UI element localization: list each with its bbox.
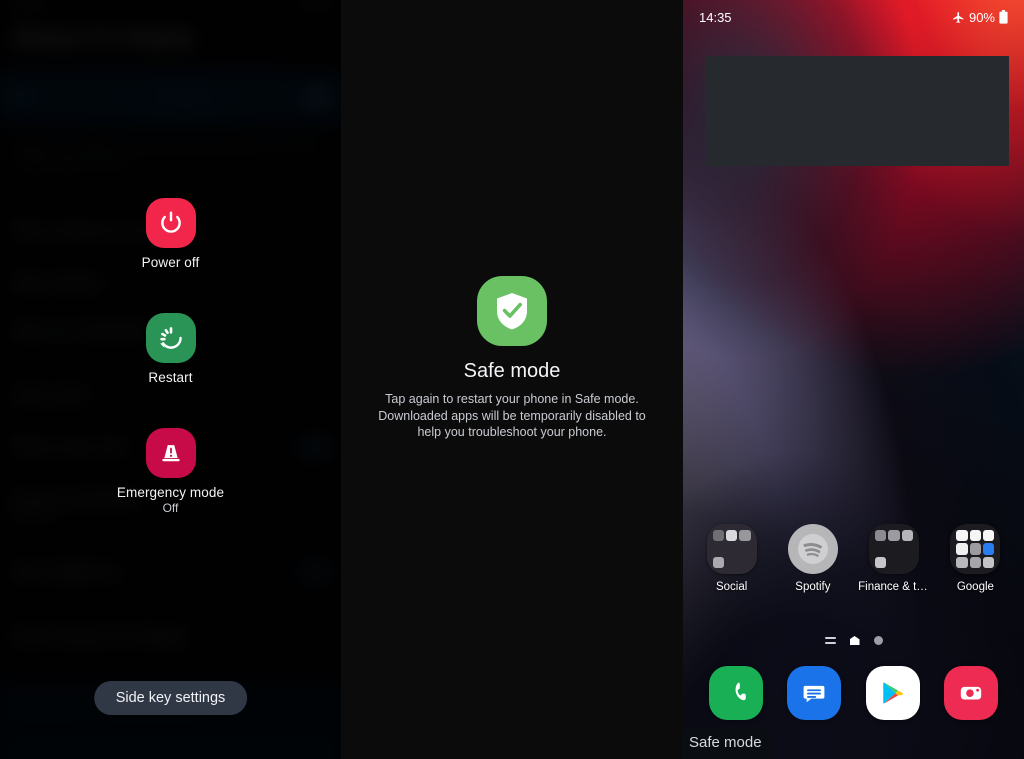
social-folder-icon bbox=[706, 524, 757, 574]
shield-check-icon bbox=[477, 276, 547, 347]
power-off-label: Power off bbox=[141, 255, 200, 270]
keepass-mini-icon bbox=[875, 556, 887, 568]
facebook-mini-icon bbox=[725, 530, 738, 542]
power-menu-panel: 15:02 90% Always On Display Always On Di… bbox=[0, 0, 341, 759]
messages-icon[interactable] bbox=[787, 666, 842, 720]
wallet-mini-icon bbox=[901, 530, 914, 542]
phone-icon[interactable] bbox=[709, 666, 764, 720]
battery-full-icon bbox=[999, 10, 1008, 24]
discord-mini-icon bbox=[712, 556, 724, 568]
restart-label: Restart bbox=[148, 370, 193, 385]
page-dot-icon[interactable] bbox=[873, 636, 883, 645]
paypal-mini-icon bbox=[875, 530, 887, 542]
drive-mini-icon bbox=[983, 556, 995, 568]
emergency-mode-state: Off bbox=[162, 501, 179, 515]
play-store-icon[interactable] bbox=[865, 666, 920, 720]
instagram-mini-icon bbox=[712, 530, 724, 542]
google-mini-icon bbox=[956, 530, 968, 542]
google-folder-icon bbox=[950, 524, 1001, 574]
safe-mode-prompt-panel: Safe mode Tap again to restart your phon… bbox=[341, 0, 683, 759]
folder-finance-tools-label: Finance & tools bbox=[858, 581, 931, 593]
folder-social[interactable]: Social bbox=[696, 524, 768, 593]
gmail-mini-icon bbox=[983, 530, 995, 542]
folder-finance-tools[interactable]: Finance & tools bbox=[858, 524, 930, 593]
emergency-mode-button[interactable]: Emergency mode Off bbox=[0, 428, 341, 515]
disabled-widget-placeholder[interactable] bbox=[705, 56, 1009, 166]
folder-social-label: Social bbox=[715, 581, 748, 593]
bank-mini-icon bbox=[888, 530, 900, 542]
home-screen-panel: 14:35 90% Social Spotify Finance & tools… bbox=[683, 0, 1024, 759]
emergency-mode-label: Emergency mode bbox=[116, 485, 225, 500]
safe-mode-dialog[interactable]: Safe mode Tap again to restart your phon… bbox=[341, 0, 683, 759]
maps-mini-icon bbox=[956, 543, 968, 555]
clock-mini-icon bbox=[956, 556, 968, 568]
camera-icon[interactable] bbox=[943, 666, 998, 720]
status-bar: 14:35 90% bbox=[683, 0, 1024, 34]
battery-percent-label: 90% bbox=[968, 9, 995, 25]
power-off-button[interactable]: Power off bbox=[0, 198, 341, 270]
folder-google-label: Google bbox=[956, 581, 994, 593]
side-key-settings-button[interactable]: Side key settings bbox=[93, 681, 248, 715]
safe-mode-title: Safe mode bbox=[463, 360, 561, 383]
page-indicator bbox=[683, 636, 1024, 645]
power-menu: Power off Restart Emergency mode Off Sid… bbox=[0, 0, 341, 759]
chrome-mini-icon bbox=[969, 530, 982, 542]
photos-mini-icon bbox=[969, 556, 982, 568]
app-list-icon[interactable] bbox=[824, 637, 836, 644]
app-spotify[interactable]: Spotify bbox=[777, 524, 849, 593]
app-spotify-label: Spotify bbox=[795, 581, 831, 593]
home-page-icon[interactable] bbox=[849, 636, 860, 645]
restart-icon bbox=[145, 313, 196, 363]
dock bbox=[683, 666, 1024, 720]
app-row: Social Spotify Finance & tools Google bbox=[683, 524, 1024, 593]
finance-folder-icon bbox=[869, 524, 920, 574]
reddit-mini-icon bbox=[739, 530, 751, 542]
power-icon bbox=[145, 198, 196, 248]
spotify-icon bbox=[787, 524, 838, 574]
airplane-icon bbox=[952, 11, 965, 24]
emergency-beacon-icon bbox=[145, 428, 196, 478]
disabled-mini-icon bbox=[969, 543, 982, 555]
restart-button[interactable]: Restart bbox=[0, 313, 341, 385]
folder-google[interactable]: Google bbox=[939, 524, 1011, 593]
safe-mode-description: Tap again to restart your phone in Safe … bbox=[378, 392, 646, 440]
status-bar-clock: 14:35 bbox=[699, 9, 732, 25]
safe-mode-badge: Safe mode bbox=[683, 729, 772, 759]
screenshot-stage: 15:02 90% Always On Display Always On Di… bbox=[0, 0, 1024, 759]
meet-mini-icon bbox=[983, 543, 995, 555]
